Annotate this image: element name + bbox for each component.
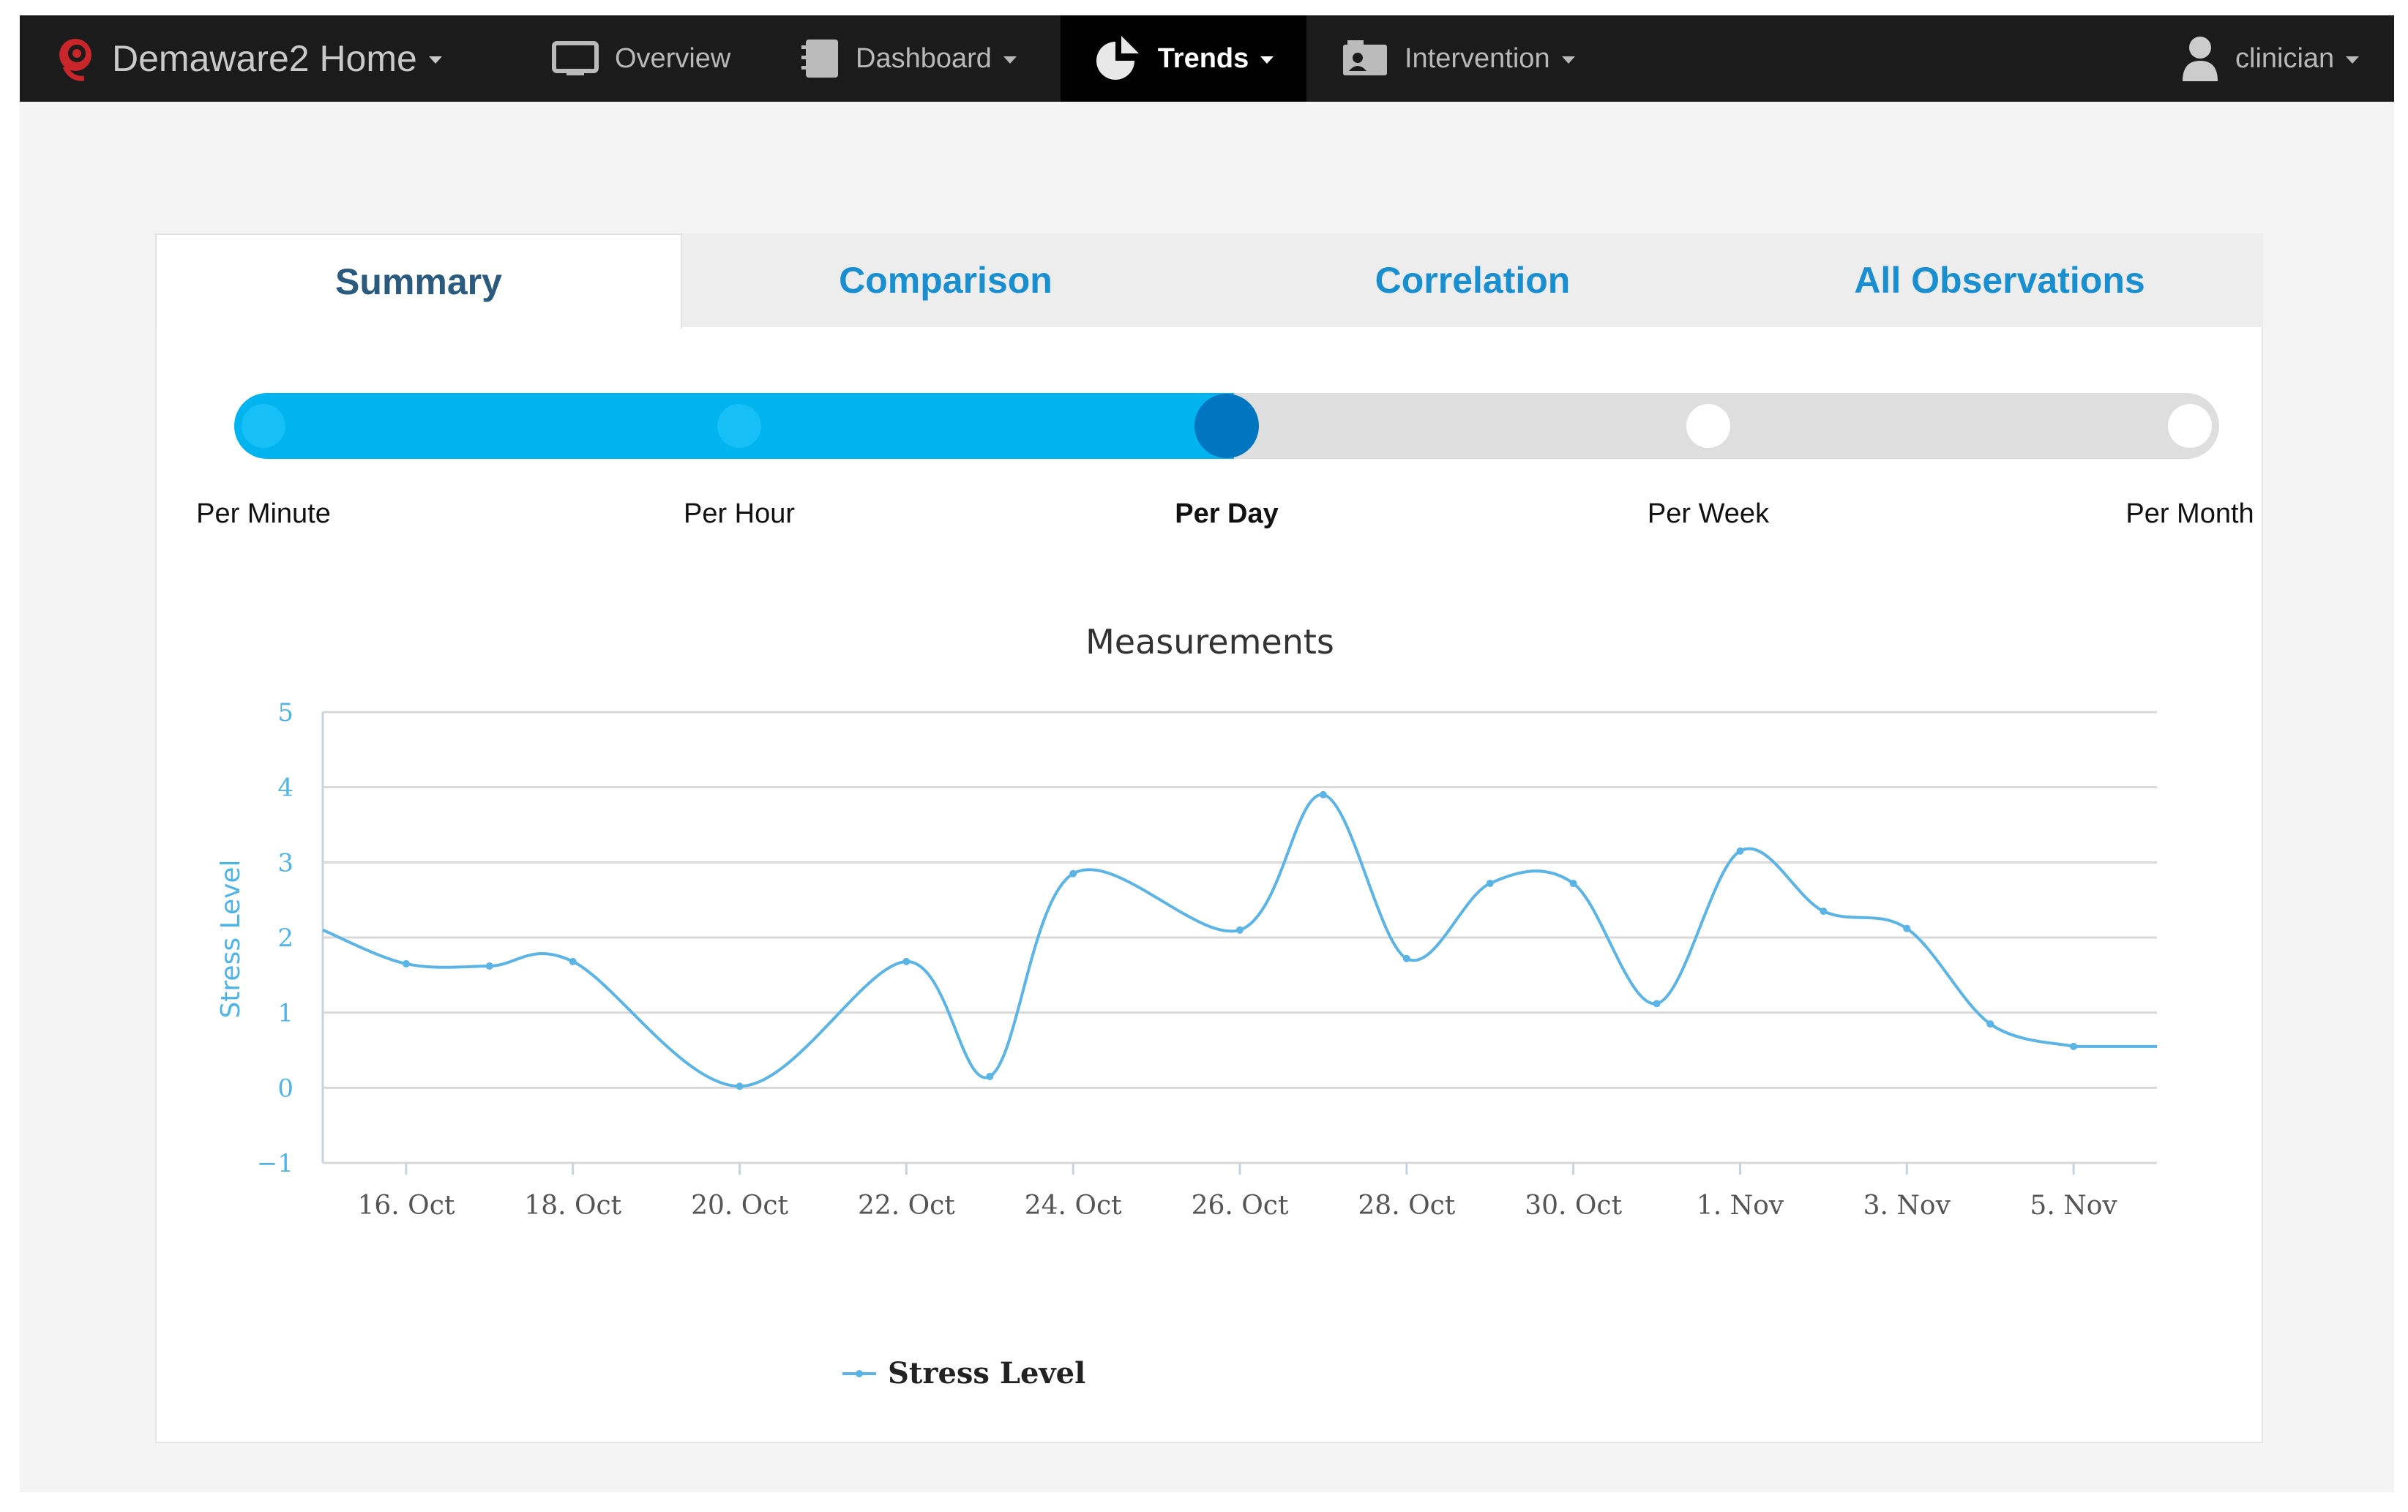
x-tick-label: 3. Nov	[1863, 1191, 1951, 1221]
x-tick-label: 28. Oct	[1358, 1191, 1455, 1221]
y-tick-label: 2	[277, 924, 293, 953]
chart-legend[interactable]: Stress Level	[842, 1356, 1085, 1391]
legend-marker	[856, 1370, 863, 1377]
data-point[interactable]	[2070, 1042, 2078, 1050]
data-point[interactable]	[485, 962, 493, 970]
data-point[interactable]	[1486, 880, 1494, 888]
y-tick-label: 0	[277, 1074, 293, 1103]
series-line-stress-level[interactable]	[322, 793, 2157, 1088]
data-point[interactable]	[1569, 880, 1577, 888]
data-point[interactable]	[736, 1082, 744, 1090]
data-point[interactable]	[402, 959, 410, 968]
data-point[interactable]	[1736, 847, 1744, 855]
y-tick-label: 1	[277, 999, 293, 1028]
data-point[interactable]	[902, 957, 911, 965]
y-tick-label: 3	[277, 848, 293, 877]
x-tick-label: 26. Oct	[1192, 1191, 1289, 1221]
y-tick-label: 5	[277, 698, 293, 727]
x-tick-label: 1. Nov	[1697, 1191, 1784, 1221]
y-axis-label: Stress Level	[216, 859, 246, 1018]
data-point[interactable]	[1820, 907, 1828, 916]
chart-title: Measurements	[1085, 622, 1334, 662]
data-point[interactable]	[1319, 790, 1327, 798]
x-tick-label: 24. Oct	[1025, 1191, 1122, 1221]
x-tick-label: 18. Oct	[524, 1191, 621, 1221]
legend-label: Stress Level	[888, 1356, 1085, 1391]
data-point[interactable]	[1402, 954, 1410, 962]
data-point[interactable]	[569, 957, 577, 965]
y-tick-label: 4	[277, 774, 293, 803]
data-point[interactable]	[1236, 926, 1244, 934]
x-tick-label: 16. Oct	[357, 1191, 455, 1221]
x-tick-label: 20. Oct	[691, 1191, 788, 1221]
data-point[interactable]	[1069, 869, 1077, 877]
x-tick-label: 22. Oct	[858, 1191, 955, 1221]
measurements-chart: Measurements Stress Level −1 0 1 2 3 4 5 16. O…	[216, 622, 2157, 1391]
x-tick-label: 5. Nov	[2030, 1191, 2117, 1221]
app-window: Demaware2 Home Overview Dashboard Trends…	[20, 15, 2394, 1492]
y-tick-label: −1	[257, 1149, 293, 1178]
data-point[interactable]	[986, 1072, 994, 1080]
x-tick-label: 30. Oct	[1525, 1191, 1622, 1221]
data-point[interactable]	[1653, 1000, 1661, 1008]
data-point[interactable]	[1986, 1020, 1994, 1028]
data-point[interactable]	[1903, 924, 1911, 932]
